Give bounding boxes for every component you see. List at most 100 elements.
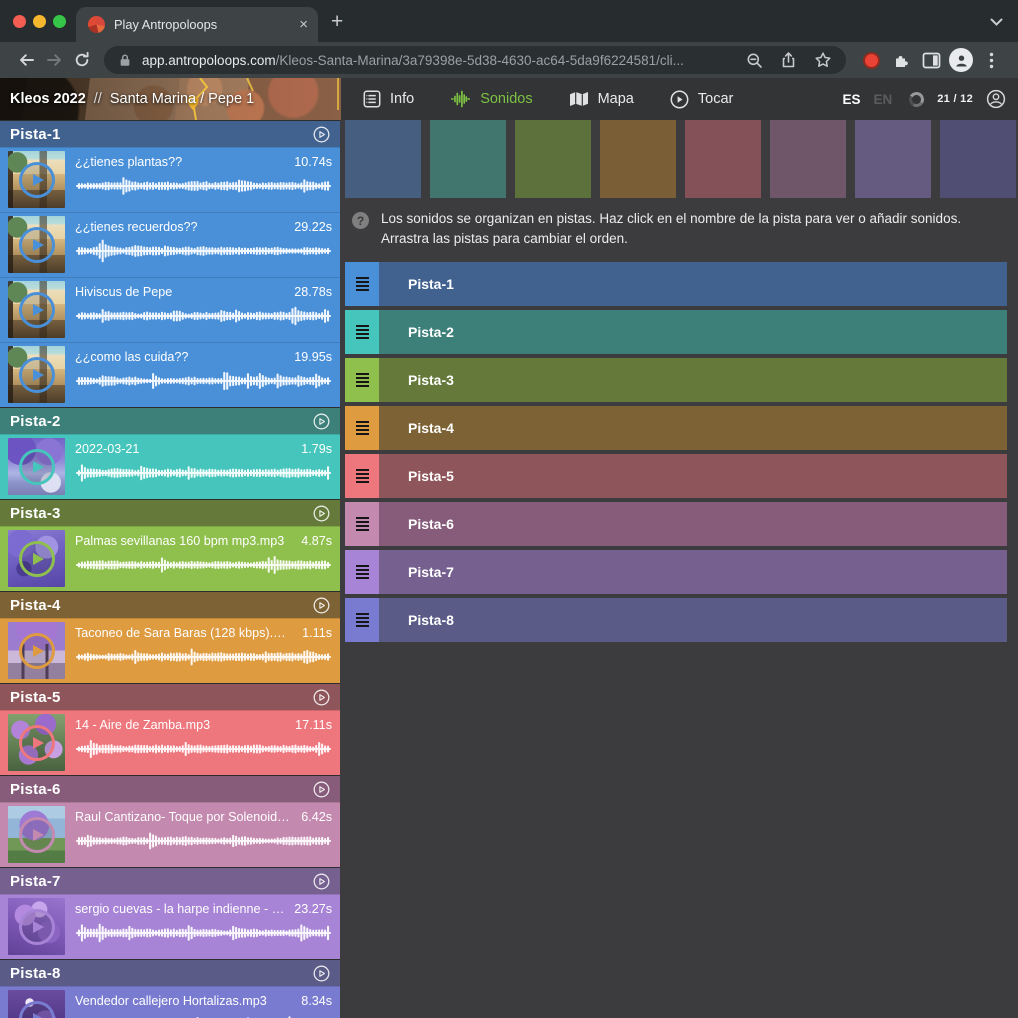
reload-button[interactable] bbox=[68, 51, 96, 69]
track-section-header[interactable]: Pista-8 bbox=[0, 960, 340, 986]
nav-item-mapa[interactable]: Mapa bbox=[569, 91, 634, 107]
tab-close-icon[interactable]: × bbox=[299, 17, 308, 32]
sound-play-button[interactable] bbox=[19, 227, 55, 263]
window-controls[interactable] bbox=[13, 15, 66, 28]
track-section-header[interactable]: Pista-1 bbox=[0, 121, 340, 147]
new-tab-button[interactable]: + bbox=[331, 10, 343, 34]
back-button[interactable] bbox=[12, 51, 40, 69]
sound-play-button[interactable] bbox=[19, 162, 55, 198]
fullscreen-window-button[interactable] bbox=[53, 15, 66, 28]
sound-item[interactable]: ¿¿tienes recuerdos?? 29.22s bbox=[0, 212, 340, 277]
browser-menu-kebab-icon[interactable] bbox=[976, 52, 1006, 69]
track-play-icon[interactable] bbox=[313, 505, 330, 522]
record-extension-icon[interactable] bbox=[856, 52, 886, 69]
track-row[interactable]: Pista-1 bbox=[345, 262, 1007, 306]
track-row[interactable]: Pista-5 bbox=[345, 454, 1007, 498]
track-section-header[interactable]: Pista-5 bbox=[0, 684, 340, 710]
sound-thumbnail bbox=[8, 806, 65, 863]
track-play-icon[interactable] bbox=[313, 597, 330, 614]
share-icon[interactable] bbox=[780, 51, 797, 69]
track-play-icon[interactable] bbox=[313, 873, 330, 890]
track-color-swatch[interactable] bbox=[430, 120, 506, 198]
track-row[interactable]: Pista-2 bbox=[345, 310, 1007, 354]
drag-handle-icon[interactable] bbox=[345, 454, 379, 498]
url-bar[interactable]: app.antropoloops.com/Kleos-Santa-Marina/… bbox=[104, 46, 846, 74]
sound-play-button[interactable] bbox=[19, 541, 55, 577]
language-es[interactable]: ES bbox=[842, 92, 860, 107]
track-section-header[interactable]: Pista-3 bbox=[0, 500, 340, 526]
sound-play-button[interactable] bbox=[19, 817, 55, 853]
browser-tab[interactable]: Play Antropoloops × bbox=[76, 7, 318, 42]
nav-item-info[interactable]: Info bbox=[363, 90, 414, 108]
track-play-icon[interactable] bbox=[313, 126, 330, 143]
tab-search-chevron-icon[interactable] bbox=[990, 18, 1003, 27]
play-triangle-icon bbox=[33, 737, 44, 749]
track-color-swatch[interactable] bbox=[600, 120, 676, 198]
close-window-button[interactable] bbox=[13, 15, 26, 28]
language-en[interactable]: EN bbox=[873, 92, 892, 107]
project-map-thumbnail[interactable]: Kleos 2022 // Santa Marina / Pepe 1 bbox=[0, 78, 341, 120]
minimize-window-button[interactable] bbox=[33, 15, 46, 28]
drag-handle-icon[interactable] bbox=[345, 358, 379, 402]
sound-item[interactable]: sergio cuevas - la harpe indienne - 03 -… bbox=[0, 894, 340, 959]
track-section: Pista-4 Taconeo de Sara Baras (128 kbps)… bbox=[0, 592, 340, 683]
sound-item[interactable]: Hiviscus de Pepe 28.78s bbox=[0, 277, 340, 342]
track-row[interactable]: Pista-8 bbox=[345, 598, 1007, 642]
bookmark-star-icon[interactable] bbox=[814, 51, 832, 69]
track-section-header[interactable]: Pista-4 bbox=[0, 592, 340, 618]
sound-play-button[interactable] bbox=[19, 633, 55, 669]
sound-play-button[interactable] bbox=[19, 1001, 55, 1018]
drag-handle-icon[interactable] bbox=[345, 550, 379, 594]
track-row[interactable]: Pista-7 bbox=[345, 550, 1007, 594]
drag-handle-icon[interactable] bbox=[345, 262, 379, 306]
side-panel-icon[interactable] bbox=[916, 52, 946, 69]
account-icon[interactable] bbox=[986, 89, 1006, 109]
forward-button[interactable] bbox=[40, 51, 68, 69]
sound-item[interactable]: ¿¿como las cuida?? 19.95s bbox=[0, 342, 340, 407]
sound-play-button[interactable] bbox=[19, 292, 55, 328]
track-play-icon[interactable] bbox=[313, 689, 330, 706]
track-name-label: Pista-7 bbox=[379, 550, 454, 594]
sound-waveform bbox=[75, 550, 332, 580]
sound-play-button[interactable] bbox=[19, 357, 55, 393]
sound-play-button[interactable] bbox=[19, 909, 55, 945]
sound-item[interactable]: Raul Cantizano- Toque por Solenoide.mp3 … bbox=[0, 802, 340, 867]
nav-item-tocar[interactable]: Tocar bbox=[670, 90, 733, 109]
sound-item[interactable]: Taconeo de Sara Baras (128 kbps).mp3 1.1… bbox=[0, 618, 340, 683]
track-section: Pista-2 2022-03-21 1.79s bbox=[0, 408, 340, 499]
track-color-swatch[interactable] bbox=[940, 120, 1016, 198]
track-color-swatch[interactable] bbox=[685, 120, 761, 198]
sound-play-button[interactable] bbox=[19, 449, 55, 485]
track-color-swatch[interactable] bbox=[770, 120, 846, 198]
sound-item[interactable]: 14 - Aire de Zamba.mp3 17.11s bbox=[0, 710, 340, 775]
track-color-swatch[interactable] bbox=[855, 120, 931, 198]
sound-duration: 6.42s bbox=[301, 810, 332, 824]
breadcrumb-project[interactable]: Kleos 2022 bbox=[10, 91, 86, 107]
sound-play-button[interactable] bbox=[19, 725, 55, 761]
track-section-header[interactable]: Pista-2 bbox=[0, 408, 340, 434]
drag-handle-icon[interactable] bbox=[345, 598, 379, 642]
sound-item[interactable]: ¿¿tienes plantas?? 10.74s bbox=[0, 147, 340, 212]
track-color-swatch[interactable] bbox=[345, 120, 421, 198]
track-section-header[interactable]: Pista-7 bbox=[0, 868, 340, 894]
track-color-swatch[interactable] bbox=[515, 120, 591, 198]
drag-handle-icon[interactable] bbox=[345, 502, 379, 546]
track-section-header[interactable]: Pista-6 bbox=[0, 776, 340, 802]
extensions-puzzle-icon[interactable] bbox=[886, 51, 916, 70]
track-row[interactable]: Pista-4 bbox=[345, 406, 1007, 450]
sound-item[interactable]: Vendedor callejero Hortalizas.mp3 8.34s bbox=[0, 986, 340, 1018]
track-name-label: Pista-5 bbox=[379, 454, 454, 498]
nav-item-sonidos[interactable]: Sonidos bbox=[450, 90, 532, 108]
track-row[interactable]: Pista-6 bbox=[345, 502, 1007, 546]
track-row[interactable]: Pista-3 bbox=[345, 358, 1007, 402]
profile-avatar[interactable] bbox=[946, 48, 976, 72]
sound-item[interactable]: Palmas sevillanas 160 bpm mp3.mp3 4.87s bbox=[0, 526, 340, 591]
track-play-icon[interactable] bbox=[313, 965, 330, 982]
zoom-out-icon[interactable] bbox=[746, 52, 763, 69]
track-play-icon[interactable] bbox=[313, 413, 330, 430]
sound-item[interactable]: 2022-03-21 1.79s bbox=[0, 434, 340, 499]
sounds-panel: ? Los sonidos se organizan en pistas. Ha… bbox=[340, 120, 1018, 1018]
drag-handle-icon[interactable] bbox=[345, 406, 379, 450]
track-play-icon[interactable] bbox=[313, 781, 330, 798]
drag-handle-icon[interactable] bbox=[345, 310, 379, 354]
